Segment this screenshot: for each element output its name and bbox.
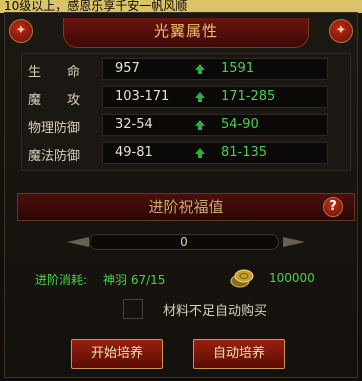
attr-value-box: 957 1591 xyxy=(102,58,328,80)
auto-buy-label: 材料不足自动购买 xyxy=(163,304,268,319)
coin-amount: 100000 xyxy=(269,271,315,285)
advance-section-title: 进阶祝福值 xyxy=(17,193,355,221)
attr-row-physical-defense: 物理防御 32-54 54-90 xyxy=(22,114,350,138)
bar-left-cap-icon xyxy=(67,237,89,247)
auto-train-button[interactable]: 自动培养 xyxy=(193,339,285,369)
attr-value-box: 103-171 171-285 xyxy=(102,86,328,108)
attr-row-hp: 生 命 957 1591 xyxy=(22,58,350,82)
arrow-up-icon xyxy=(195,92,205,102)
panel-title: 光翼属性 xyxy=(63,18,309,48)
progress-value: 0 xyxy=(180,235,188,249)
attr-value-box: 32-54 54-90 xyxy=(102,114,328,136)
panel-frame: ✦ 光翼属性 ✦ 生 命 957 1591 魔 攻 103-171 171-28… xyxy=(4,12,358,378)
cost-item: 神羽 67/15 xyxy=(103,273,166,287)
coin-icon xyxy=(230,269,254,288)
bar-right-cap-icon xyxy=(283,237,305,247)
attr-upgraded-value: 54-90 xyxy=(221,117,259,132)
attribute-list: 生 命 957 1591 魔 攻 103-171 171-285 物理防御 32… xyxy=(21,53,351,171)
attr-base-value: 103-171 xyxy=(115,89,170,104)
attr-label: 魔法防御 xyxy=(28,149,81,164)
attr-upgraded-value: 1591 xyxy=(221,61,255,76)
attr-base-value: 49-81 xyxy=(115,145,153,160)
right-ornament-icon: ✦ xyxy=(329,19,353,43)
arrow-up-icon xyxy=(195,120,205,130)
attr-label: 生 命 xyxy=(28,65,81,80)
attr-upgraded-value: 81-135 xyxy=(221,145,268,160)
attr-label: 物理防御 xyxy=(28,121,81,136)
attr-label: 魔 攻 xyxy=(28,93,81,108)
attr-value-box: 49-81 81-135 xyxy=(102,142,328,164)
start-train-button[interactable]: 开始培养 xyxy=(71,339,163,369)
arrow-up-icon xyxy=(195,148,205,158)
auto-buy-checkbox[interactable] xyxy=(123,299,143,319)
attr-base-value: 32-54 xyxy=(115,117,153,132)
help-icon[interactable]: ? xyxy=(323,197,343,217)
wing-attribute-window: 10级以上，感恩乐享千安一帆风顺 ✦ 光翼属性 ✦ 生 命 957 1591 魔… xyxy=(0,0,362,381)
cost-label: 进阶消耗: xyxy=(35,273,88,287)
attr-base-value: 957 xyxy=(115,61,140,76)
attr-row-magic-defense: 魔法防御 49-81 81-135 xyxy=(22,142,350,166)
blessing-progress-bar: 0 xyxy=(89,234,279,250)
attr-upgraded-value: 171-285 xyxy=(221,89,276,104)
left-ornament-icon: ✦ xyxy=(9,19,33,43)
arrow-up-icon xyxy=(195,64,205,74)
attr-row-magic-attack: 魔 攻 103-171 171-285 xyxy=(22,86,350,110)
